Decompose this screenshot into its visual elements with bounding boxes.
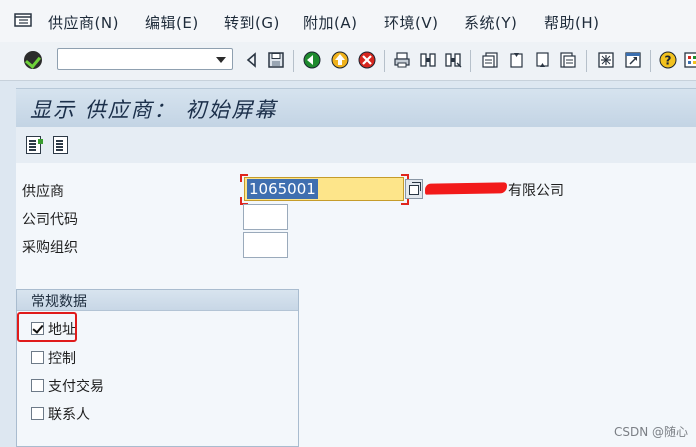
exit-icon[interactable] xyxy=(331,51,349,69)
find-next-icon[interactable] xyxy=(444,51,462,69)
next-page-icon[interactable] xyxy=(533,51,551,69)
menu-extras[interactable]: 附加(A) xyxy=(303,12,357,33)
find-icon[interactable] xyxy=(419,51,437,69)
page-title: 显示 供应商： 初始屏幕 xyxy=(30,98,278,122)
chevron-down-icon[interactable] xyxy=(216,57,226,63)
toolbar-separator xyxy=(586,50,587,72)
payment-transactions-label: 支付交易 xyxy=(48,379,104,395)
menu-vendor[interactable]: 供应商(N) xyxy=(48,12,119,33)
first-page-icon[interactable] xyxy=(481,51,499,69)
menu-goto[interactable]: 转到(G) xyxy=(224,12,280,33)
help-icon[interactable]: ? xyxy=(659,51,677,69)
company-code-label: 公司代码 xyxy=(22,212,78,228)
print-icon[interactable] xyxy=(393,51,411,69)
screen-title-bar: 显示 供应商： 初始屏幕 xyxy=(16,88,696,128)
command-field[interactable] xyxy=(57,48,233,70)
vendor-description: 有限公司 xyxy=(508,183,564,199)
payment-transactions-checkbox[interactable] xyxy=(31,379,44,392)
svg-text:?: ? xyxy=(665,54,672,68)
standard-toolbar: ? xyxy=(0,42,696,81)
group-header: 常规数据 xyxy=(17,290,298,311)
previous-page-icon[interactable] xyxy=(507,51,525,69)
toolbar-separator xyxy=(293,50,294,72)
menu-bar: 供应商(N) 编辑(E) 转到(G) 附加(A) 环境(V) 系统(Y) 帮助(… xyxy=(0,0,696,42)
display-document-icon[interactable] xyxy=(26,136,43,154)
toolbar-separator xyxy=(650,50,651,72)
menu-environment[interactable]: 环境(V) xyxy=(384,12,438,33)
control-label: 控制 xyxy=(48,351,76,367)
purchasing-org-label: 采购组织 xyxy=(22,240,78,256)
vendor-label: 供应商 xyxy=(22,184,64,200)
redaction-mark xyxy=(424,182,508,195)
toolbar-separator xyxy=(470,50,471,72)
toolbar-separator xyxy=(384,50,385,72)
menu-system[interactable]: 系统(Y) xyxy=(464,12,517,33)
save-icon[interactable] xyxy=(267,51,285,69)
enter-icon[interactable] xyxy=(24,51,42,69)
detail-list-icon[interactable] xyxy=(53,136,68,154)
control-checkbox[interactable] xyxy=(31,351,44,364)
new-session-icon[interactable] xyxy=(597,51,615,69)
value-help-button[interactable] xyxy=(405,179,423,199)
window-menu-icon[interactable] xyxy=(14,12,32,28)
company-code-input[interactable] xyxy=(243,204,288,230)
contact-person-label: 联系人 xyxy=(48,407,90,423)
contact-person-checkbox[interactable] xyxy=(31,407,44,420)
shortcut-icon[interactable] xyxy=(624,51,642,69)
purchasing-org-input[interactable] xyxy=(243,232,288,258)
vendor-input-value: 1065001 xyxy=(247,179,318,199)
cancel-icon[interactable] xyxy=(358,51,376,69)
menu-help[interactable]: 帮助(H) xyxy=(544,12,599,33)
application-toolbar xyxy=(16,127,696,163)
annotation-highlight xyxy=(17,312,77,342)
last-page-icon[interactable] xyxy=(559,51,577,69)
menu-edit[interactable]: 编辑(E) xyxy=(145,12,199,33)
back-arrow-icon[interactable] xyxy=(243,51,261,69)
back-icon[interactable] xyxy=(303,51,321,69)
vendor-input[interactable]: 1065001 xyxy=(244,177,404,201)
required-marker xyxy=(240,174,248,182)
customize-layout-icon[interactable] xyxy=(683,51,696,69)
watermark-text: CSDN @随心 xyxy=(613,425,688,439)
group-title: 常规数据 xyxy=(31,294,87,310)
